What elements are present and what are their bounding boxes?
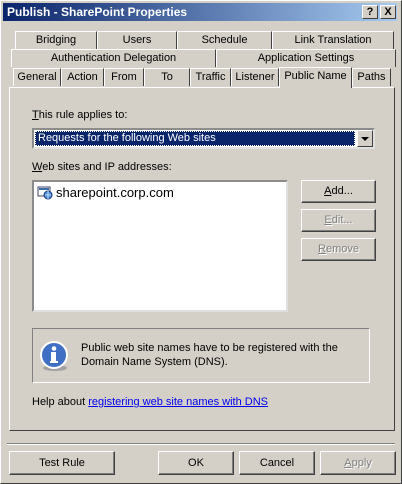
tab-paths[interactable]: Paths (352, 68, 391, 86)
dropdown-arrow-icon (361, 137, 369, 141)
help-prefix: Help about (32, 396, 89, 408)
cancel-button[interactable]: Cancel (239, 451, 315, 475)
close-button[interactable]: X (380, 5, 396, 19)
help-button[interactable]: ? (362, 5, 378, 19)
window-title: Publish - SharePoint Properties (7, 5, 188, 19)
help-line: Help about registering web site names wi… (32, 396, 268, 408)
properties-dialog: Publish - SharePoint Properties ? X Brid… (0, 0, 402, 484)
tab-public-name[interactable]: Public Name (279, 67, 352, 88)
info-text: Public web site names have to be registe… (81, 342, 338, 368)
tab-bridging[interactable]: Bridging (15, 31, 97, 49)
tab-from[interactable]: From (104, 68, 144, 86)
info-box: Public web site names have to be registe… (32, 328, 370, 383)
close-icon: X (384, 6, 392, 18)
test-rule-button[interactable]: Test Rule (9, 451, 115, 475)
dropdown-arrow-button[interactable] (357, 130, 373, 147)
tab-link-translation[interactable]: Link Translation (272, 31, 394, 49)
ok-button[interactable]: OK (158, 451, 234, 475)
site-name: sharepoint.corp.com (56, 185, 174, 200)
tab-users[interactable]: Users (97, 31, 177, 49)
applies-dropdown[interactable]: Requests for the following Web sites (32, 128, 375, 149)
applies-label: This rule applies to: (32, 109, 128, 121)
title-bar: Publish - SharePoint Properties ? X (3, 3, 397, 21)
tab-authentication-delegation[interactable]: Authentication Delegation (11, 49, 216, 67)
tab-general[interactable]: General (13, 68, 61, 86)
edit-button[interactable]: Edit... (301, 209, 376, 232)
tab-listener[interactable]: Listener (231, 68, 279, 86)
applies-selected-value: Requests for the following Web sites (35, 131, 355, 146)
remove-button[interactable]: Remove (301, 238, 376, 261)
add-button[interactable]: Add... (301, 180, 376, 203)
help-button-icon: ? (366, 6, 374, 18)
website-globe-icon (37, 186, 53, 200)
footer-separator (7, 443, 395, 445)
sites-listbox[interactable]: sharepoint.corp.com (32, 180, 288, 312)
help-link[interactable]: registering web site names with DNS (88, 396, 268, 408)
tab-application-settings[interactable]: Application Settings (216, 49, 396, 67)
tab-schedule[interactable]: Schedule (177, 31, 272, 49)
tab-to[interactable]: To (144, 68, 190, 86)
apply-button[interactable]: Apply (320, 451, 396, 475)
info-icon (40, 341, 68, 371)
sites-label: Web sites and IP addresses: (32, 161, 172, 173)
tab-action[interactable]: Action (61, 68, 104, 86)
tab-traffic[interactable]: Traffic (190, 68, 231, 86)
